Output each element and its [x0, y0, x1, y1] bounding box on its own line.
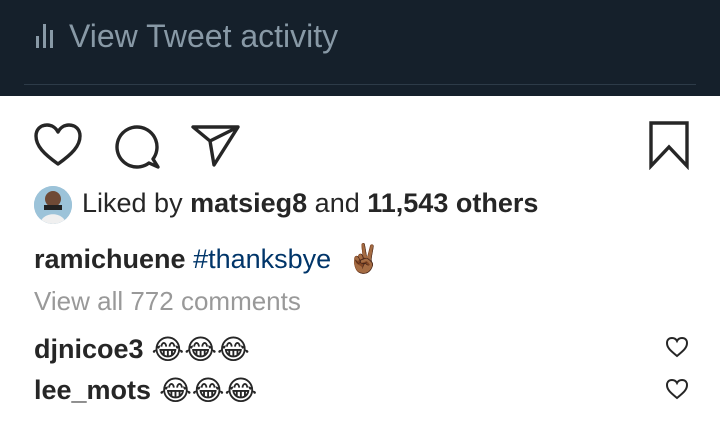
liked-by-username[interactable]: matsieg8: [190, 188, 307, 218]
caption-hashtag[interactable]: #thanksbye: [193, 244, 331, 274]
bar-chart-icon: [36, 24, 53, 48]
comment-username[interactable]: lee_mots: [34, 375, 151, 406]
caption-username[interactable]: ramichuene: [34, 244, 186, 274]
bookmark-icon[interactable]: [648, 120, 690, 170]
comment-bubble-icon[interactable]: [112, 121, 162, 171]
comment-like-heart-icon[interactable]: [665, 378, 689, 400]
avatar[interactable]: [34, 186, 72, 224]
tweet-activity-label: View Tweet activity: [69, 17, 339, 54]
victory-hand-icon: ✌🏾: [346, 242, 382, 275]
comment-row: lee_mots 😂😂😂: [34, 372, 257, 408]
likes-conjunction: and: [314, 188, 360, 218]
post-caption: ramichuene #thanksbye ✌🏾: [34, 242, 382, 275]
divider: [24, 84, 696, 85]
likes-prefix: Liked by: [82, 188, 183, 218]
send-arrow-icon[interactable]: [190, 123, 242, 169]
heart-icon[interactable]: [32, 122, 84, 168]
tweet-activity-bar: View Tweet activity: [0, 0, 720, 96]
likes-count[interactable]: 11,543 others: [367, 188, 538, 218]
instagram-post-footer: View Tweet activity Liked by matsieg8 an…: [0, 0, 720, 422]
comment-text: 😂😂😂: [159, 373, 258, 407]
view-all-comments-link[interactable]: View all 772 comments: [34, 286, 301, 317]
comment-like-heart-icon[interactable]: [665, 336, 689, 358]
comment-username[interactable]: djnicoe3: [34, 334, 144, 365]
comment-text: 😂😂😂: [151, 332, 250, 366]
view-tweet-activity-link[interactable]: View Tweet activity: [36, 12, 338, 60]
comment-row: djnicoe3 😂😂😂: [34, 331, 250, 367]
likes-summary[interactable]: Liked by matsieg8 and 11,543 others: [82, 188, 538, 219]
